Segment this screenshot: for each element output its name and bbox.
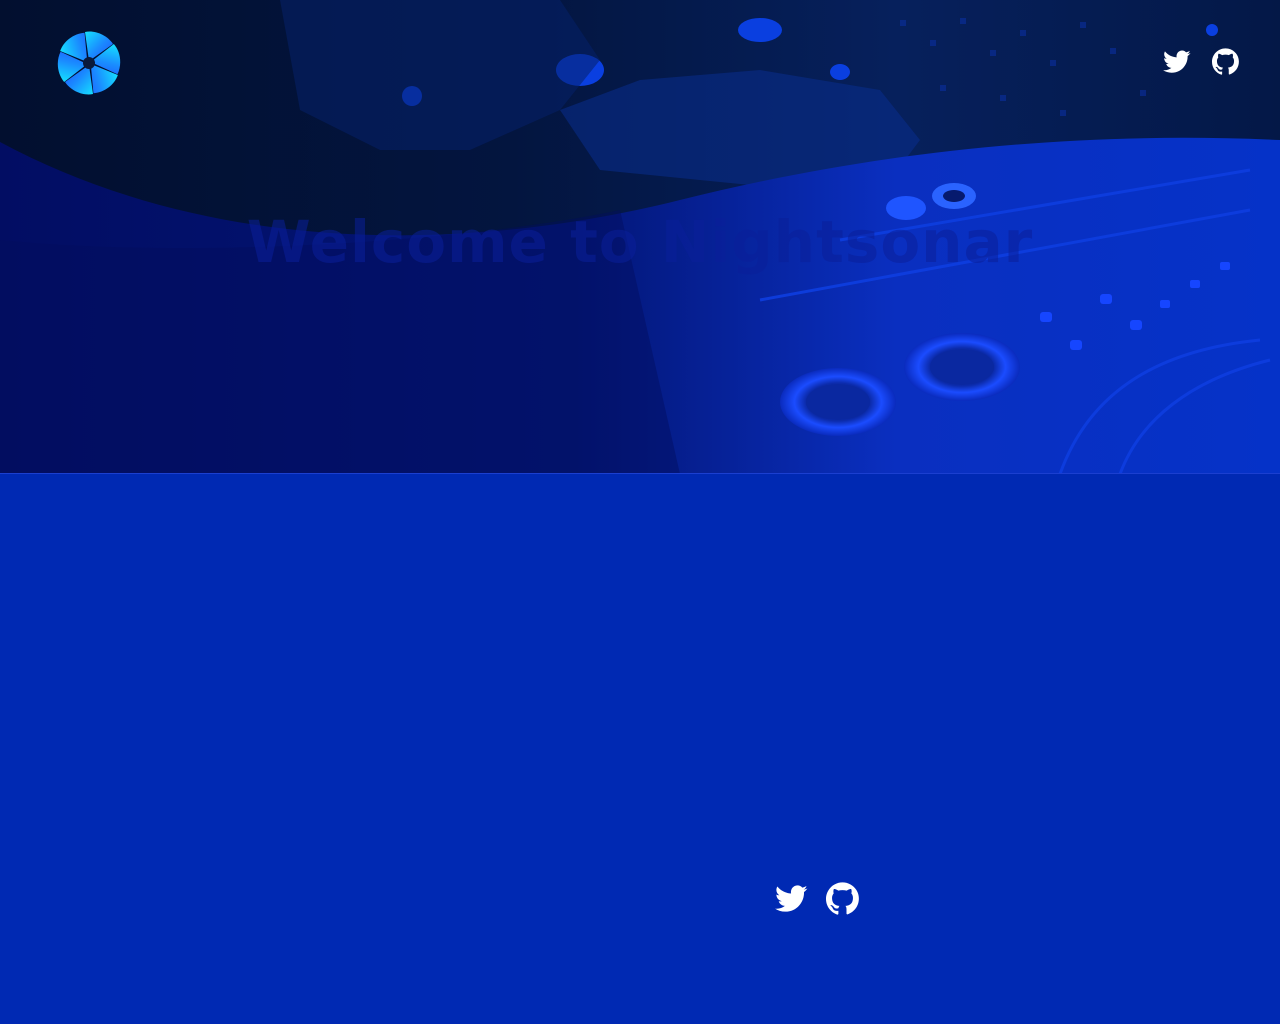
header-social-links — [1163, 48, 1239, 75]
site-header — [0, 0, 1280, 130]
github-icon[interactable] — [1212, 48, 1239, 75]
hero-heading: Welcome to Nightsonar — [246, 208, 1034, 276]
twitter-icon[interactable] — [775, 884, 808, 913]
github-icon[interactable] — [826, 882, 859, 915]
footer-social-links — [775, 882, 859, 915]
hero-divider — [0, 473, 1280, 474]
pinwheel-logo-icon[interactable] — [57, 30, 121, 96]
twitter-icon[interactable] — [1163, 49, 1191, 74]
landing-page: Welcome to Nightsonar — [0, 0, 1280, 1024]
